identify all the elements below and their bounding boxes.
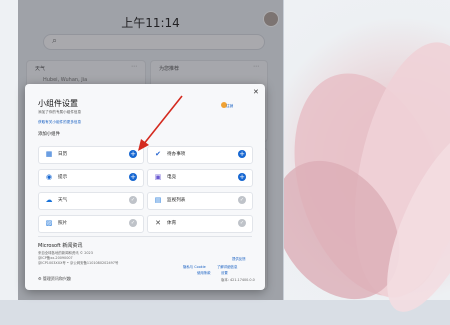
divider xyxy=(38,236,252,237)
widget-tile-tips[interactable]: ◉ 提示 + xyxy=(38,169,144,187)
widget-label: 监视列表 xyxy=(167,198,186,203)
news-section-title: Microsoft 新闻资讯 xyxy=(38,243,83,249)
learn-more-link[interactable]: 获取有关小组件的更多信息 xyxy=(38,120,81,125)
close-icon[interactable]: ✕ xyxy=(253,88,259,96)
add-widgets-label: 添加小组件 xyxy=(38,132,60,137)
widget-tile-esports[interactable]: ▣ 电竞 + xyxy=(147,169,253,187)
widget-label: 照片 xyxy=(58,221,68,226)
widget-tile-photos[interactable]: ▨ 照片 ✓ xyxy=(38,215,144,233)
widget-tile-watchlist[interactable]: ▤ 监视列表 ✓ xyxy=(147,192,253,210)
widget-label: 体育 xyxy=(167,221,177,226)
calendar-icon: ▦ xyxy=(45,150,53,158)
settings-link[interactable]: 设置 xyxy=(221,270,228,275)
weather-icon: ☁ xyxy=(45,196,53,204)
add-icon[interactable]: + xyxy=(238,150,246,158)
widget-label: 日历 xyxy=(58,152,68,157)
add-icon[interactable]: + xyxy=(129,173,137,181)
sign-out-link[interactable]: 注销 xyxy=(226,104,233,109)
check-icon: ✓ xyxy=(129,219,137,227)
widget-tile-todo[interactable]: ✔ 待办事项 + xyxy=(147,146,253,164)
terms-link[interactable]: 使用条款 xyxy=(197,270,211,275)
dialog-description: 添加了你的专属小组件信息 xyxy=(38,110,82,114)
watchlist-icon: ▤ xyxy=(154,196,162,204)
learn-more-link[interactable]: 了解详细信息 xyxy=(217,264,237,269)
widget-label: 天气 xyxy=(58,198,68,203)
add-icon[interactable]: + xyxy=(129,150,137,158)
widget-tile-weather[interactable]: ☁ 天气 ✓ xyxy=(38,192,144,210)
news-legal-line: 京ICP1003XXX号 • 京公网安备1101080202497号 xyxy=(38,261,119,265)
sports-icon: ✕ xyxy=(155,219,161,227)
widget-label: 提示 xyxy=(58,175,68,180)
widget-tile-sports[interactable]: ✕ 体育 ✓ xyxy=(147,215,253,233)
check-icon: ✓ xyxy=(129,196,137,204)
dialog-title: 小组件设置 xyxy=(38,99,78,108)
tips-icon: ◉ xyxy=(45,173,53,181)
feedback-link[interactable]: 提供反馈 xyxy=(232,256,246,261)
widget-tile-calendar[interactable]: ▦ 日历 + xyxy=(38,146,144,164)
esports-icon: ▣ xyxy=(154,173,162,181)
add-icon[interactable]: + xyxy=(238,173,246,181)
widget-label: 电竞 xyxy=(167,175,177,180)
widget-settings-dialog: 小组件设置 ✕ 添加了你的专属小组件信息 获取有关小组件的更多信息 注销 添加小… xyxy=(25,84,265,290)
manage-interests-label: 管理资讯和兴趣 xyxy=(42,276,71,281)
photos-icon: ▨ xyxy=(45,219,53,227)
check-icon: ✓ xyxy=(238,219,246,227)
check-icon: ✓ xyxy=(238,196,246,204)
privacy-link[interactable]: 隐私与 Cookie xyxy=(183,264,206,269)
todo-icon: ✔ xyxy=(155,150,161,158)
version-text: 版本: 421.17400.0.0 xyxy=(221,278,255,282)
manage-interests-link[interactable]: ⚙ 管理资讯和兴趣 xyxy=(38,276,71,282)
widget-label: 待办事项 xyxy=(167,152,186,157)
